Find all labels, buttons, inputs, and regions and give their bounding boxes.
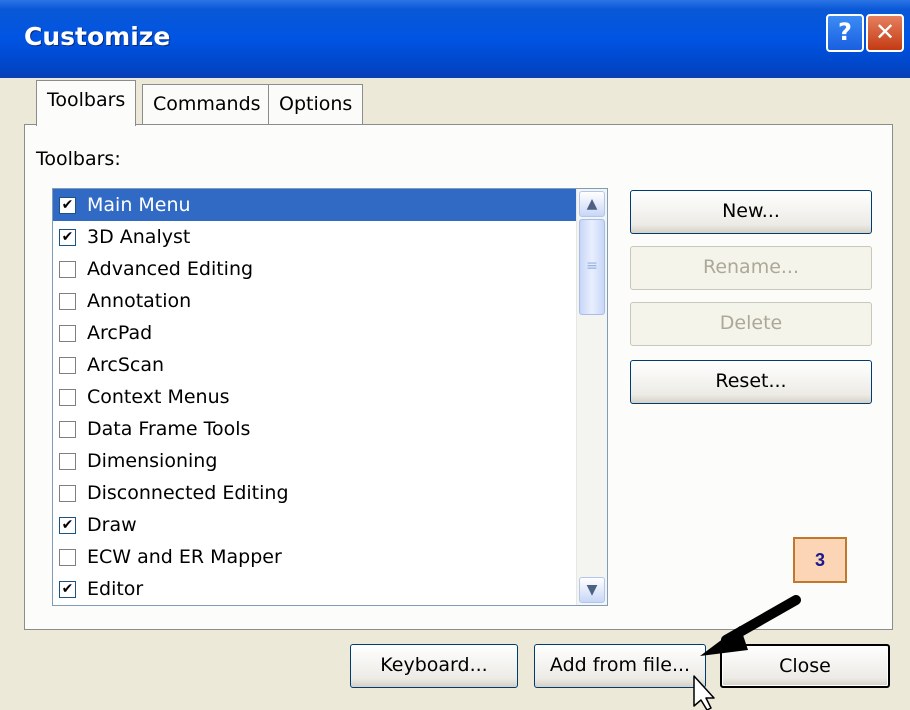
list-item-label: 3D Analyst bbox=[87, 226, 191, 248]
list-item[interactable]: ✔ Draw bbox=[53, 509, 607, 541]
tab-options[interactable]: Options bbox=[268, 84, 364, 124]
list-item[interactable]: Dimensioning bbox=[53, 445, 607, 477]
list-item[interactable]: Annotation bbox=[53, 285, 607, 317]
tab-toolbars[interactable]: Toolbars bbox=[36, 80, 137, 126]
checkbox-unchecked-icon[interactable] bbox=[59, 261, 76, 278]
list-item-label: Data Frame Tools bbox=[87, 418, 251, 440]
help-button[interactable]: ? bbox=[826, 14, 864, 52]
title-bar[interactable]: Customize ? ✕ bbox=[0, 0, 910, 78]
list-item-label: Advanced Editing bbox=[87, 258, 254, 280]
scroll-up-arrow-icon[interactable]: ▲ bbox=[579, 191, 605, 217]
checkbox-unchecked-icon[interactable] bbox=[59, 485, 76, 502]
list-item[interactable]: ✔ Main Menu bbox=[53, 189, 607, 221]
reset-button[interactable]: Reset... bbox=[630, 360, 872, 404]
checkbox-checked-icon[interactable]: ✔ bbox=[59, 581, 76, 598]
scroll-thumb[interactable]: ≡ bbox=[579, 219, 605, 315]
checkbox-unchecked-icon[interactable] bbox=[59, 389, 76, 406]
list-item-label: ArcPad bbox=[87, 322, 153, 344]
list-item-label: ECW and ER Mapper bbox=[87, 546, 282, 568]
checkbox-unchecked-icon[interactable] bbox=[59, 357, 76, 374]
toolbars-list[interactable]: ✔ Main Menu ✔ 3D Analyst Advanced Editing Ann… bbox=[52, 188, 608, 606]
list-scrollbar[interactable]: ▲ ≡ ▼ bbox=[576, 189, 607, 605]
checkbox-checked-icon[interactable]: ✔ bbox=[59, 517, 76, 534]
toolbars-label: Toolbars: bbox=[36, 148, 121, 170]
list-item[interactable]: ✔ Editor bbox=[53, 573, 607, 605]
keyboard-button[interactable]: Keyboard... bbox=[350, 644, 518, 688]
list-item-label: Annotation bbox=[87, 290, 192, 312]
step-callout: 3 bbox=[793, 537, 847, 583]
list-item-label: Context Menus bbox=[87, 386, 230, 408]
list-item[interactable]: ArcScan bbox=[53, 349, 607, 381]
window-title: Customize bbox=[24, 22, 171, 51]
checkbox-unchecked-icon[interactable] bbox=[59, 421, 76, 438]
list-item[interactable]: Data Frame Tools bbox=[53, 413, 607, 445]
new-button[interactable]: New... bbox=[630, 190, 872, 234]
list-item[interactable]: Disconnected Editing bbox=[53, 477, 607, 509]
list-item[interactable]: Context Menus bbox=[53, 381, 607, 413]
close-window-button[interactable]: ✕ bbox=[866, 14, 904, 52]
list-item[interactable]: ECW and ER Mapper bbox=[53, 541, 607, 573]
tab-commands[interactable]: Commands bbox=[142, 84, 272, 124]
checkbox-unchecked-icon[interactable] bbox=[59, 293, 76, 310]
checkbox-checked-icon[interactable]: ✔ bbox=[59, 197, 76, 214]
checkbox-checked-icon[interactable]: ✔ bbox=[59, 229, 76, 246]
close-button[interactable]: Close bbox=[720, 644, 890, 688]
toolbars-list-items: ✔ Main Menu ✔ 3D Analyst Advanced Editing Ann… bbox=[53, 189, 607, 605]
checkbox-unchecked-icon[interactable] bbox=[59, 453, 76, 470]
scroll-down-arrow-icon[interactable]: ▼ bbox=[579, 577, 605, 603]
list-item[interactable]: Advanced Editing bbox=[53, 253, 607, 285]
add-from-file-button[interactable]: Add from file... bbox=[534, 644, 706, 688]
delete-button[interactable]: Delete bbox=[630, 302, 872, 346]
list-item-label: Main Menu bbox=[87, 194, 191, 216]
list-item-label: Draw bbox=[87, 514, 137, 536]
list-item-label: Disconnected Editing bbox=[87, 482, 289, 504]
list-item[interactable]: ArcPad bbox=[53, 317, 607, 349]
list-item[interactable]: ✔ 3D Analyst bbox=[53, 221, 607, 253]
list-item-label: ArcScan bbox=[87, 354, 165, 376]
checkbox-unchecked-icon[interactable] bbox=[59, 325, 76, 342]
list-item-label: Dimensioning bbox=[87, 450, 218, 472]
list-item-label: Editor bbox=[87, 578, 144, 600]
rename-button[interactable]: Rename... bbox=[630, 246, 872, 290]
checkbox-unchecked-icon[interactable] bbox=[59, 549, 76, 566]
